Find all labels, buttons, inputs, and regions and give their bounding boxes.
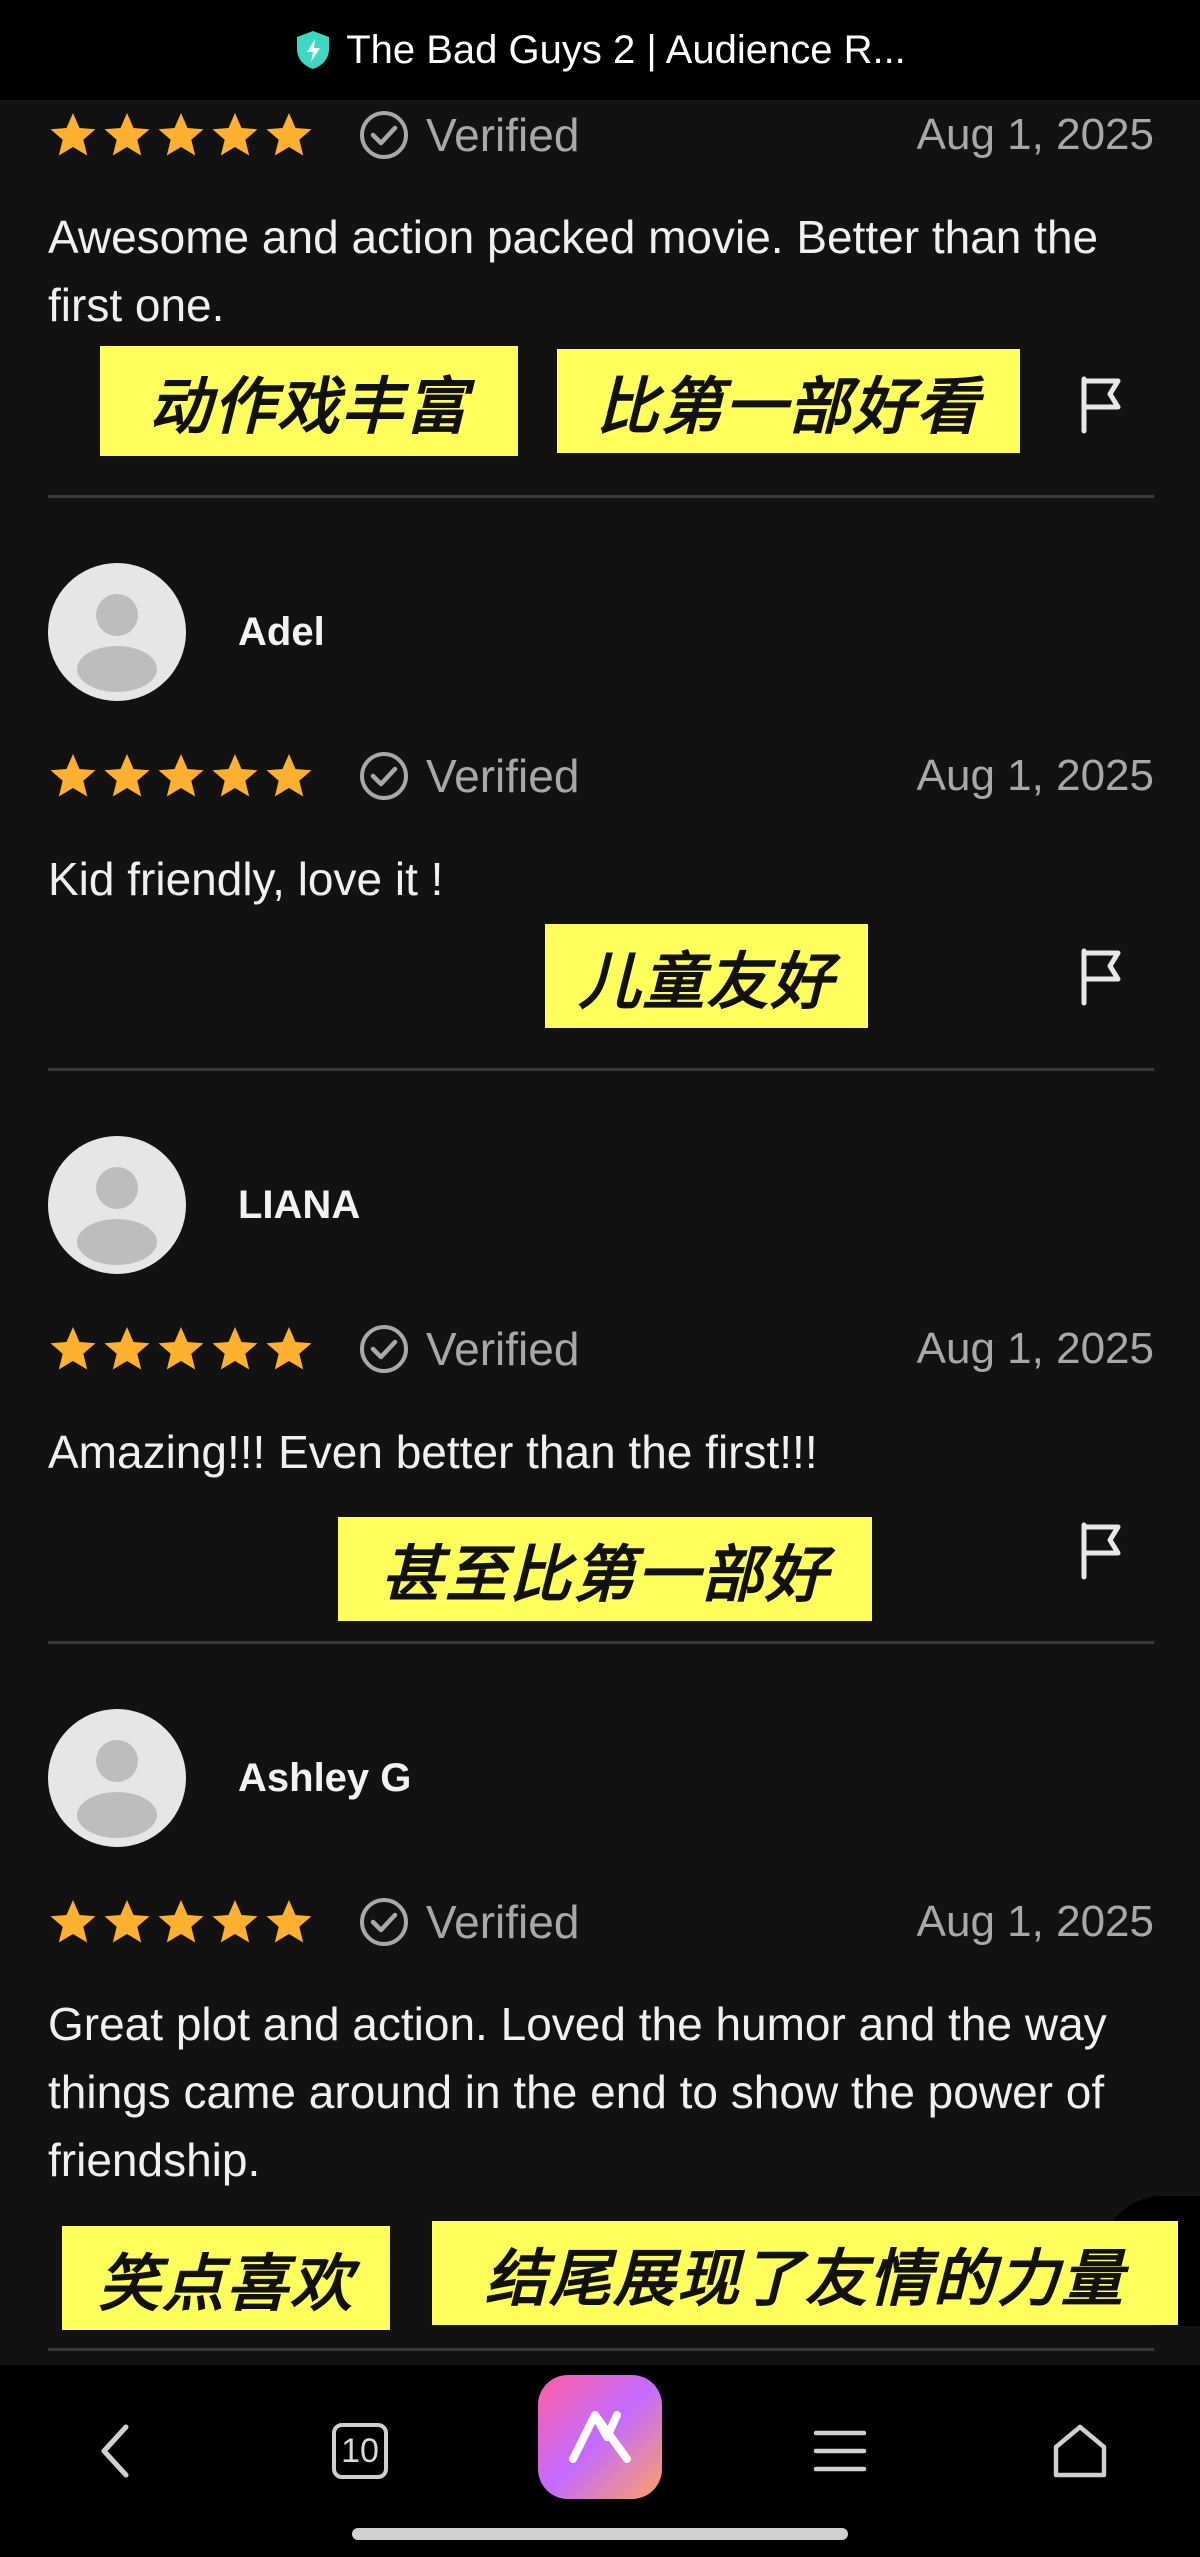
gesture-home-bar[interactable] xyxy=(352,2528,848,2540)
star-icon xyxy=(158,754,204,797)
star-icon xyxy=(104,1327,150,1370)
review-date: Aug 1, 2025 xyxy=(916,1324,1154,1373)
verified-badge: Verified xyxy=(358,1895,579,1949)
star-icon xyxy=(104,113,150,156)
username: Adel xyxy=(238,609,325,654)
browser-bottom-nav: 10 xyxy=(0,2365,1200,2557)
divider xyxy=(48,495,1154,498)
annotation-tag: 笑点喜欢 xyxy=(62,2226,390,2330)
star-rating xyxy=(48,110,314,160)
verified-badge: Verified xyxy=(358,1322,579,1376)
rating-row: Verified Aug 1, 2025 xyxy=(48,1887,1154,1957)
home-icon xyxy=(1053,2424,1107,2478)
username: LIANA xyxy=(238,1182,361,1227)
verified-label: Verified xyxy=(426,109,580,161)
review-user-row: LIANA xyxy=(48,1135,360,1275)
check-circle-icon xyxy=(360,1325,408,1373)
review-text: Awesome and action packed movie. Better … xyxy=(48,211,1099,331)
divider xyxy=(48,1641,1154,1644)
review-date: Aug 1, 2025 xyxy=(916,1897,1154,1946)
flag-icon[interactable] xyxy=(1078,1521,1126,1581)
star-rating xyxy=(48,1324,314,1374)
star-icon xyxy=(266,113,312,156)
browser-title-bar: The Bad Guys 2 | Audience R... xyxy=(0,0,1200,100)
verified-badge: Verified xyxy=(358,108,579,162)
review-date: Aug 1, 2025 xyxy=(916,751,1154,800)
star-icon xyxy=(266,754,312,797)
review-user-row: Adel xyxy=(48,562,325,702)
review-user-row: Ashley G xyxy=(48,1708,411,1848)
flag-icon[interactable] xyxy=(1078,947,1126,1007)
person-icon xyxy=(77,1167,157,1265)
avatar xyxy=(48,1136,186,1274)
annotation-tag: 动作戏丰富 xyxy=(100,346,518,456)
divider xyxy=(48,1068,1154,1071)
star-icon xyxy=(212,754,258,797)
verified-label: Verified xyxy=(426,1323,580,1375)
star-icon xyxy=(50,113,96,156)
menu-button[interactable] xyxy=(792,2403,888,2499)
check-circle-icon xyxy=(360,752,408,800)
tabs-button[interactable]: 10 xyxy=(312,2403,408,2499)
hamburger-icon xyxy=(813,2430,867,2472)
star-icon xyxy=(50,1900,96,1943)
star-icon xyxy=(266,1327,312,1370)
star-icon xyxy=(104,1900,150,1943)
avatar xyxy=(48,1709,186,1847)
chevron-left-icon xyxy=(101,2424,129,2478)
app-launcher-button[interactable] xyxy=(538,2375,662,2499)
annotation-tag: 比第一部好看 xyxy=(557,349,1020,453)
flag-icon[interactable] xyxy=(1078,375,1126,435)
star-icon xyxy=(50,1327,96,1370)
rating-row: Verified Aug 1, 2025 xyxy=(48,741,1154,811)
review-text: Great plot and action. Loved the humor a… xyxy=(48,1998,1107,2186)
tabs-count-icon: 10 xyxy=(332,2423,388,2479)
back-button[interactable] xyxy=(68,2403,164,2499)
annotation-tag: 儿童友好 xyxy=(545,924,868,1028)
star-icon xyxy=(266,1900,312,1943)
verified-badge: Verified xyxy=(358,749,579,803)
shield-icon xyxy=(297,31,330,69)
home-button[interactable] xyxy=(1032,2403,1128,2499)
page-title: The Bad Guys 2 | Audience R... xyxy=(346,27,906,72)
username: Ashley G xyxy=(238,1755,412,1800)
annotation-tag: 甚至比第一部好 xyxy=(338,1517,872,1621)
rating-row: Verified Aug 1, 2025 xyxy=(48,1314,1154,1384)
person-icon xyxy=(77,1740,157,1838)
person-icon xyxy=(77,594,157,692)
star-icon xyxy=(212,1900,258,1943)
avatar xyxy=(48,563,186,701)
verified-label: Verified xyxy=(426,1896,580,1948)
star-icon xyxy=(158,1900,204,1943)
star-icon xyxy=(104,754,150,797)
review-text: Amazing!!! Even better than the first!!! xyxy=(48,1426,818,1478)
app-logo-icon xyxy=(569,2411,631,2463)
rating-row: Verified Aug 1, 2025 xyxy=(48,100,1154,170)
verified-label: Verified xyxy=(426,750,580,802)
star-rating xyxy=(48,1897,314,1947)
check-circle-icon xyxy=(360,111,408,159)
annotation-tag: 结尾展现了友情的力量 xyxy=(432,2221,1178,2325)
check-circle-icon xyxy=(360,1898,408,1946)
star-icon xyxy=(158,113,204,156)
divider xyxy=(48,2348,1154,2351)
star-icon xyxy=(212,113,258,156)
review-text: Kid friendly, love it ! xyxy=(48,853,444,905)
star-icon xyxy=(158,1327,204,1370)
star-rating xyxy=(48,751,314,801)
review-date: Aug 1, 2025 xyxy=(916,110,1154,159)
star-icon xyxy=(212,1327,258,1370)
star-icon xyxy=(50,754,96,797)
